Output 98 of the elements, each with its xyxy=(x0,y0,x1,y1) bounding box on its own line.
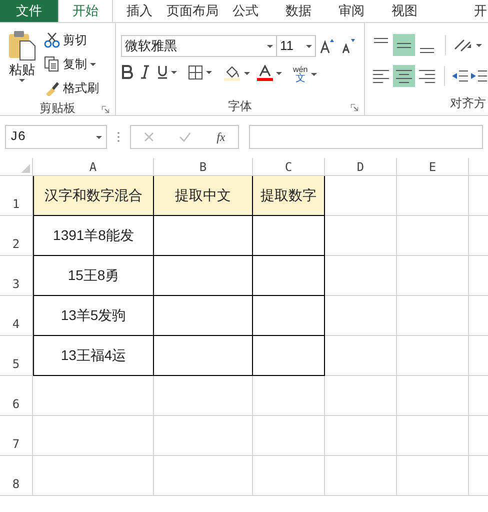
empty-cell xyxy=(397,416,469,456)
italic-icon[interactable] xyxy=(140,65,150,79)
shrink-font-icon[interactable] xyxy=(340,38,358,54)
align-center-icon xyxy=(396,70,412,82)
orientation-icon[interactable] xyxy=(453,37,473,53)
row-header[interactable]: 8 xyxy=(0,456,33,496)
empty-cell xyxy=(253,456,325,496)
table-cell: 15王8勇 xyxy=(33,256,154,296)
empty-cell xyxy=(253,416,325,456)
fill-bucket-icon[interactable] xyxy=(223,65,241,81)
ribbon-tab[interactable]: 数据 xyxy=(272,0,325,22)
grip-icon xyxy=(117,131,120,143)
empty-cell xyxy=(325,296,397,336)
ribbon-tab[interactable]: 公式 xyxy=(219,0,272,22)
caret-icon[interactable] xyxy=(19,79,25,82)
caret-icon xyxy=(267,44,273,48)
header-cell: 汉字和数字混合 xyxy=(33,176,154,216)
row-header[interactable]: 6 xyxy=(0,376,33,416)
table-cell: 13王福4运 xyxy=(33,336,154,376)
increase-indent-icon[interactable] xyxy=(470,68,488,84)
underline-icon[interactable] xyxy=(157,65,168,79)
align-right-icon xyxy=(419,70,435,82)
column-header[interactable]: E xyxy=(397,158,469,176)
empty-cell xyxy=(253,336,325,376)
empty-cell xyxy=(397,256,469,296)
empty-cell xyxy=(325,256,397,296)
header-cell: 提取中文 xyxy=(154,176,253,216)
empty-cell xyxy=(253,216,325,256)
cut-button[interactable]: 剪切 xyxy=(44,29,99,51)
empty-cell xyxy=(325,336,397,376)
empty-cell xyxy=(253,376,325,416)
empty-cell xyxy=(397,216,469,256)
check-icon[interactable] xyxy=(179,132,192,142)
align-top-icon xyxy=(374,38,388,43)
caret-icon[interactable] xyxy=(476,44,482,46)
decrease-indent-icon[interactable] xyxy=(451,68,469,84)
formula-field[interactable] xyxy=(249,125,483,149)
caret-icon xyxy=(96,136,102,138)
ribbon-tab[interactable]: 文件 xyxy=(0,0,58,22)
align-bottom-icon xyxy=(420,48,434,53)
insert-function-button[interactable]: fx xyxy=(216,128,226,146)
bold-icon[interactable] xyxy=(121,65,133,79)
align-center-button[interactable] xyxy=(393,65,415,87)
empty-cell xyxy=(397,376,469,416)
caret-icon xyxy=(306,44,312,48)
row-header[interactable]: 4 xyxy=(0,296,33,336)
caret-icon[interactable] xyxy=(276,72,282,74)
row-header[interactable]: 2 xyxy=(0,216,33,256)
align-middle-button[interactable] xyxy=(393,34,415,56)
format-painter-button[interactable]: 格式刷 xyxy=(44,77,99,99)
ribbon-tab[interactable]: 页面布局 xyxy=(166,0,219,22)
borders-icon[interactable] xyxy=(188,65,203,80)
empty-cell xyxy=(325,376,397,416)
paste-button[interactable]: 粘贴 xyxy=(4,29,40,99)
font-color-icon[interactable] xyxy=(257,65,273,81)
row-header[interactable]: 5 xyxy=(0,336,33,376)
scissors-icon xyxy=(44,32,60,48)
row-header[interactable]: 3 xyxy=(0,256,33,296)
caret-icon[interactable] xyxy=(171,70,177,74)
align-left-icon xyxy=(373,70,389,82)
copy-icon xyxy=(44,56,60,72)
empty-cell xyxy=(397,336,469,376)
launcher-icon[interactable] xyxy=(102,106,109,113)
phonetic-button[interactable]: wén 文 xyxy=(293,65,308,83)
empty-cell xyxy=(325,416,397,456)
clipboard-icon xyxy=(6,29,38,61)
group-label: 字体 xyxy=(228,98,252,115)
empty-cell xyxy=(397,456,469,496)
empty-cell xyxy=(325,456,397,496)
font-size-field[interactable]: 11 xyxy=(276,35,316,57)
grow-font-icon[interactable] xyxy=(319,38,337,54)
caret-icon[interactable] xyxy=(310,72,317,76)
ribbon-tab[interactable]: 视图 xyxy=(378,0,431,22)
header-cell: 提取数字 xyxy=(253,176,325,216)
table-cell: 13羊5发驹 xyxy=(33,296,154,336)
ribbon-tab[interactable]: 审阅 xyxy=(325,0,378,22)
empty-cell xyxy=(253,256,325,296)
align-middle-icon xyxy=(397,42,411,48)
caret-icon[interactable] xyxy=(244,72,250,74)
copy-button[interactable]: 复制 xyxy=(44,53,99,75)
group-label: 剪贴板 xyxy=(40,100,76,117)
name-box[interactable]: J6 xyxy=(5,125,107,149)
ribbon-tab[interactable]: 开 xyxy=(431,0,488,22)
launcher-icon[interactable] xyxy=(351,104,358,111)
caret-icon[interactable] xyxy=(206,71,212,74)
empty-cell xyxy=(325,216,397,256)
brush-icon xyxy=(44,80,60,96)
empty-cell xyxy=(397,176,469,216)
group-label: 对齐方 xyxy=(450,95,486,112)
font-name-field[interactable]: 微软雅黑 xyxy=(121,35,277,57)
empty-cell xyxy=(397,296,469,336)
table-cell: 1391羊8能发 xyxy=(33,216,154,256)
empty-cell xyxy=(253,296,325,336)
row-header[interactable]: 7 xyxy=(0,416,33,456)
column-header[interactable]: D xyxy=(325,158,397,176)
ribbon-tab[interactable]: 开始 xyxy=(58,0,113,22)
ribbon-tab[interactable]: 插入 xyxy=(113,0,166,22)
caret-icon[interactable] xyxy=(90,62,96,66)
